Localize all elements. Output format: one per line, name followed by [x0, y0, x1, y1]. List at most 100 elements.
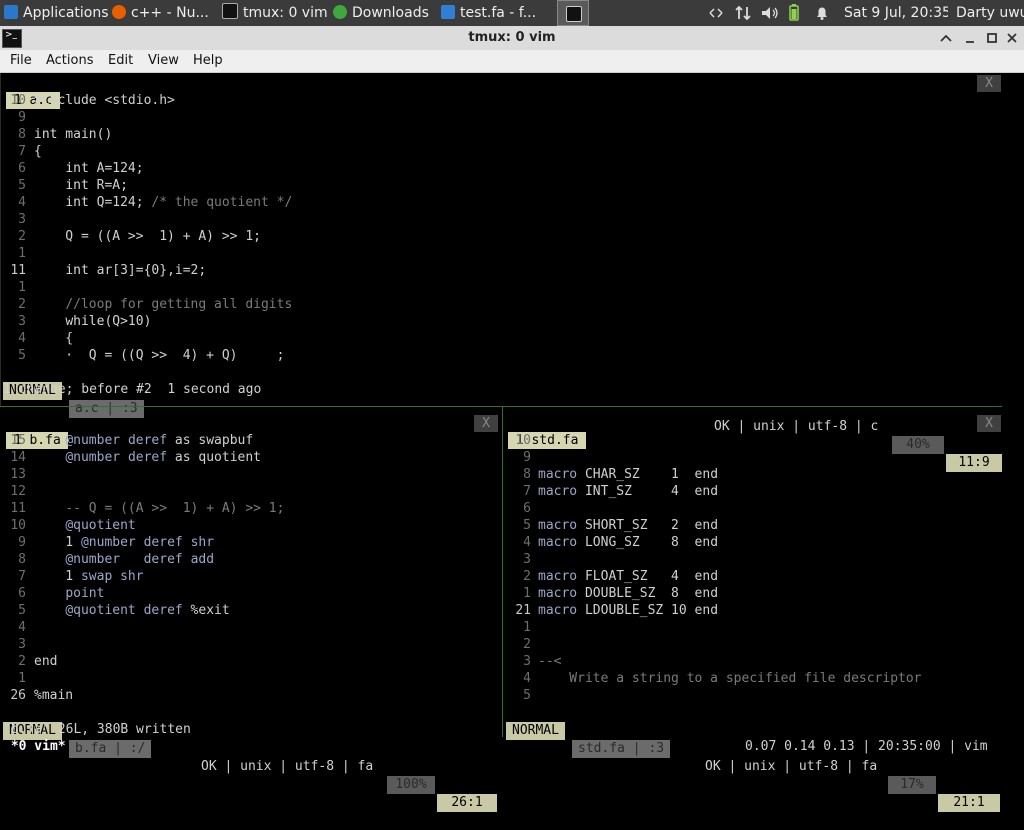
line-text: 1 swap shr [34, 569, 144, 584]
cursor-position: 21:1 [938, 794, 1000, 812]
line-text: Write a string to a specified file descr… [538, 671, 922, 686]
line-number: 11 [10, 501, 26, 516]
chevron-up-icon[interactable] [936, 28, 956, 48]
line-number: 1 [18, 246, 26, 261]
line-number: 7 [523, 484, 531, 499]
clock[interactable]: Sat 9 Jul, 20:35 [844, 0, 948, 26]
line-number: 2 [18, 297, 26, 312]
line-number: 7 [18, 144, 26, 159]
line-number: 1 [18, 280, 26, 295]
cursor-position: 26:1 [437, 794, 497, 812]
cursor-position: 11:9 [946, 454, 1002, 472]
line-number: 7 [18, 569, 26, 584]
menu-help[interactable]: Help [193, 53, 223, 68]
taskbar-app-downloads[interactable]: Downloads [333, 0, 435, 26]
line-number: 5 [18, 178, 26, 193]
left-pane-close-button[interactable]: X [474, 415, 498, 432]
mode-indicator: NORMAL [506, 722, 565, 740]
network-transfer-icon[interactable] [733, 0, 753, 26]
line-number: 3 [523, 654, 531, 669]
scroll-percent: 40% [892, 436, 944, 454]
right-pane-tabline: 1 std.fa [506, 415, 1001, 449]
line-text: macro LONG_SZ 8 end [538, 535, 719, 550]
line-number: 4 [18, 195, 26, 210]
line-number: 2 [523, 637, 531, 652]
tmux-status-right: 0.07 0.14 0.13 | 20:35:00 | vim [745, 739, 988, 754]
top-panel: Applications c++ - Nu... tmux: 0 vim Dow… [0, 0, 1024, 26]
top-pane-tabline: 1 a.c [3, 75, 1003, 109]
line-text: -- Q = ((A >> 1) + A) >> 1; [65, 501, 285, 516]
line-number: 3 [523, 552, 531, 567]
line-text: macro SHORT_SZ 2 end [538, 518, 719, 533]
top-pane-close-button[interactable]: X [977, 75, 1001, 92]
file-indicator: b.fa | :/ [69, 740, 152, 758]
line-number: 5 [523, 518, 531, 533]
taskbar-app-firefox[interactable]: c++ - Nu... [112, 0, 218, 26]
line-text: @quotient deref %exit [65, 603, 230, 618]
line-text: --< [538, 654, 562, 669]
line-number: 13 [10, 467, 26, 482]
battery-icon[interactable] [786, 0, 802, 26]
line-text: #include <stdio.h> [34, 93, 175, 108]
network-code-icon[interactable] [706, 0, 726, 26]
menu-edit[interactable]: Edit [108, 53, 133, 68]
line-text: //loop for getting all digits [65, 297, 293, 312]
tmux-window-indicator[interactable]: *0 vim* [3, 738, 66, 755]
left-pane-message: "b.fa" 26L, 380B written [3, 722, 191, 737]
line-number: 1 [523, 620, 531, 635]
left-pane-statusline: NORMAL b.fa | :/ OK | unix | utf-8 | fa … [3, 704, 500, 812]
line-number: 10 [10, 93, 26, 108]
taskbar-app-terminal-active[interactable] [557, 0, 589, 26]
line-text: · Q = ((Q >> 4) + Q) ; [34, 348, 285, 363]
line-number: 9 [18, 535, 26, 550]
terminal-area[interactable]: 1 a.c X 10 #include <stdio.h> 9 8 int main()… [0, 73, 1024, 812]
line-text: macro FLOAT_SZ 4 end [538, 569, 719, 584]
right-pane-close-button[interactable]: X [977, 415, 1001, 432]
line-number: 1 [18, 671, 26, 686]
menu-actions[interactable]: Actions [46, 53, 94, 68]
line-text: @quotient [65, 518, 136, 533]
line-text: macro DOUBLE_SZ 8 end [538, 586, 719, 601]
line-text: int ar[3]={0},i=2; [65, 263, 207, 278]
top-pane-statusline: NORMAL a.c | :3 OK | unix | utf-8 | c 40… [3, 364, 1003, 472]
line-text: { [34, 144, 42, 159]
line-number: 10 [515, 433, 531, 448]
firefox-icon [112, 5, 126, 19]
line-number: 6 [18, 586, 26, 601]
line-number: 5 [523, 688, 531, 703]
line-number: 2 [18, 654, 26, 669]
notification-bell-icon[interactable] [812, 0, 832, 26]
line-number: 9 [18, 110, 26, 125]
top-pane-message: 1 change; before #2 1 second ago [3, 382, 262, 397]
line-text: macro CHAR_SZ 1 end [538, 467, 719, 482]
line-text: @number deref as quotient [65, 450, 261, 465]
line-number: 8 [18, 552, 26, 567]
line-number: 8 [523, 467, 531, 482]
line-number: 1 [523, 586, 531, 601]
line-text: 1 @number deref shr [34, 535, 215, 550]
taskbar-app-tmux[interactable]: tmux: 0 vim [222, 0, 330, 26]
line-text: macro INT_SZ 4 end [538, 484, 719, 499]
volume-icon[interactable] [760, 0, 780, 26]
line-number: 2 [523, 569, 531, 584]
taskbar-app-vscode[interactable]: test.fa - f... [441, 0, 553, 26]
left-pane-tabline: 1 b.fa [3, 415, 498, 449]
close-icon[interactable] [1002, 28, 1022, 48]
line-number: 3 [18, 637, 26, 652]
scroll-percent: 100% [387, 776, 435, 794]
line-text: int A=124; [65, 161, 144, 176]
line-number: 26 [10, 688, 26, 703]
user-menu[interactable]: Darty uwu [956, 0, 1024, 26]
line-number: 8 [18, 127, 26, 142]
menu-view[interactable]: View [148, 53, 179, 68]
minimize-icon[interactable] [960, 28, 980, 48]
applications-menu[interactable]: Applications [0, 0, 114, 26]
window-titlebar[interactable]: >_ tmux: 0 vim [0, 26, 1024, 51]
maximize-icon[interactable] [982, 28, 1002, 48]
line-number: 6 [18, 161, 26, 176]
menu-file[interactable]: File [10, 53, 32, 68]
line-text: int R=A; [65, 178, 128, 193]
applications-icon [4, 5, 18, 19]
line-number: 21 [515, 603, 531, 618]
line-number: 6 [523, 501, 531, 516]
